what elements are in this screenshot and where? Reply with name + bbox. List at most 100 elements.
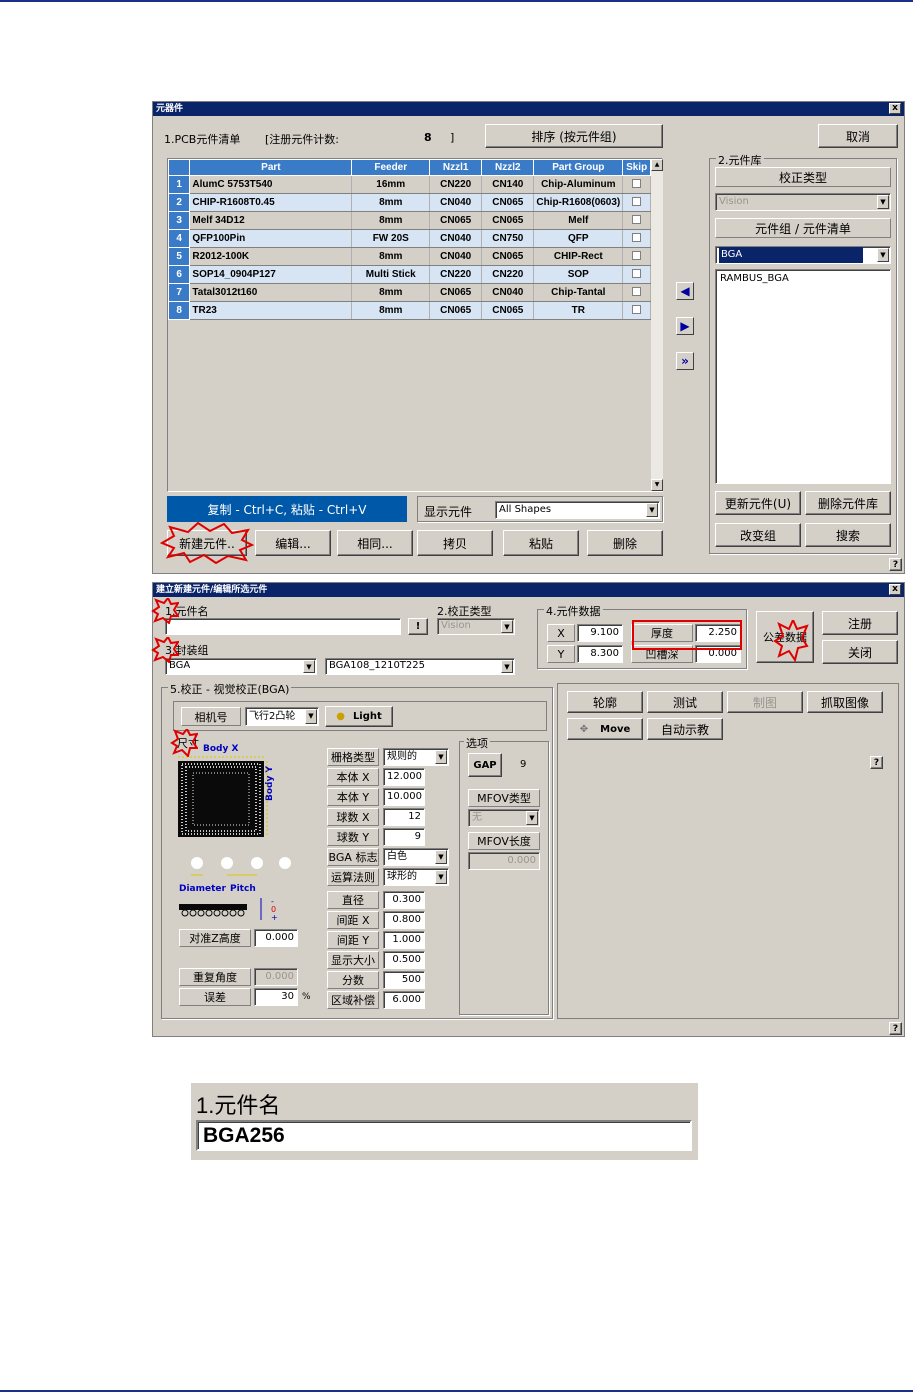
param-select[interactable]: 规则的 ▼ [383, 748, 449, 766]
change-group-button[interactable]: 改变组 [715, 523, 801, 547]
skip-checkbox[interactable] [632, 178, 642, 188]
copy-button[interactable]: 拷贝 [417, 530, 493, 556]
param-label: 区域补偿 [327, 991, 379, 1009]
arrow-left-icon[interactable]: ◀ [676, 282, 694, 300]
table-row[interactable]: 8 TR23 8mm CN065 CN065 TR [167, 301, 651, 320]
group-select[interactable]: BGA ▼ [715, 246, 891, 264]
help-button[interactable]: ? [889, 1022, 902, 1035]
dropdown-arrow-icon[interactable]: ▼ [877, 195, 889, 209]
calib-type-select[interactable]: Vision ▼ [437, 618, 515, 635]
edit-button[interactable]: 编辑... [255, 530, 331, 556]
param-select[interactable]: 白色 ▼ [383, 848, 449, 866]
gap-button[interactable]: GAP [468, 753, 502, 777]
dropdown-arrow-icon[interactable]: ▼ [526, 811, 538, 825]
param-input[interactable]: 0.800 [383, 911, 425, 929]
skip-checkbox[interactable] [632, 268, 642, 278]
skip-checkbox[interactable] [632, 286, 642, 296]
package-group-select[interactable]: BGA ▼ [165, 658, 317, 675]
param-select[interactable]: 球形的 ▼ [383, 868, 449, 886]
light-button[interactable]: ● Light [325, 706, 393, 727]
dropdown-arrow-icon[interactable]: ▼ [435, 850, 447, 864]
table-row[interactable]: 5 R2012-100K 8mm CN040 CN065 CHIP-Rect [167, 247, 651, 266]
header-skip[interactable]: Skip [622, 159, 651, 176]
table-row[interactable]: 4 QFP100Pin FW 20S CN040 CN750 QFP [167, 229, 651, 248]
close-icon[interactable]: x [889, 103, 901, 114]
x-input[interactable]: 9.100 [577, 624, 623, 642]
dropdown-arrow-icon[interactable]: ▼ [501, 660, 513, 673]
draw-button[interactable]: 制图 [727, 691, 803, 713]
error-input[interactable]: 30 [254, 988, 298, 1006]
arrow-right-icon[interactable]: ▶ [676, 317, 694, 335]
auto-teach-button[interactable]: 自动示教 [647, 718, 723, 740]
grab-image-button[interactable]: 抓取图像 [807, 691, 883, 713]
name-action-button[interactable]: ! [408, 618, 428, 635]
dropdown-arrow-icon[interactable]: ▼ [877, 248, 889, 262]
sort-button[interactable]: 排序 (按元件组) [485, 124, 663, 148]
close-button[interactable]: 关闭 [822, 640, 898, 664]
delete-library-button[interactable]: 删除元件库 [805, 491, 891, 515]
dropdown-arrow-icon[interactable]: ▼ [303, 660, 315, 673]
dropdown-arrow-icon[interactable]: ▼ [646, 503, 658, 517]
paste-button[interactable]: 粘贴 [503, 530, 579, 556]
dropdown-arrow-icon[interactable]: ▼ [501, 620, 513, 633]
move-button[interactable]: ✥ Move [567, 718, 643, 740]
package-part-select[interactable]: BGA108_1210T225 ▼ [325, 658, 515, 675]
header-part-group[interactable]: Part Group [533, 159, 624, 176]
dropdown-arrow-icon[interactable]: ▼ [305, 709, 317, 724]
param-input[interactable]: 9 [383, 828, 425, 846]
camera-select[interactable]: 飞行2凸轮 ▼ [245, 707, 319, 726]
close-icon[interactable]: x [889, 584, 901, 595]
skip-checkbox[interactable] [632, 304, 642, 314]
table-row[interactable]: 6 SOP14_0904P127 Multi Stick CN220 CN220 SOP [167, 265, 651, 284]
dropdown-arrow-icon[interactable]: ▼ [435, 870, 447, 884]
scroll-down-icon[interactable]: ▼ [651, 479, 663, 491]
skip-checkbox[interactable] [632, 250, 642, 260]
update-part-button[interactable]: 更新元件(U) [715, 491, 801, 515]
table-row[interactable]: 1 AlumC 5753T540 16mm CN220 CN140 Chip-Alumin… [167, 175, 651, 194]
delete-button[interactable]: 删除 [587, 530, 663, 556]
param-input[interactable]: 0.500 [383, 951, 425, 969]
show-components-select[interactable]: All Shapes ▼ [495, 501, 660, 519]
zoom-part-name-input[interactable]: BGA256 [196, 1120, 692, 1151]
mfov-type-select[interactable]: 无 ▼ [468, 809, 540, 827]
param-input[interactable]: 6.000 [383, 991, 425, 1009]
library-title: 2.元件库 [716, 152, 764, 168]
param-input[interactable]: 12 [383, 808, 425, 826]
table-scrollbar[interactable]: ▲ ▼ [651, 159, 663, 491]
help-button[interactable]: ? [870, 756, 883, 769]
param-input[interactable]: 12.000 [383, 768, 425, 786]
repeat-angle-input[interactable]: 0.000 [254, 968, 298, 986]
skip-checkbox[interactable] [632, 214, 642, 224]
table-row[interactable]: 7 Tatal3012t160 8mm CN065 CN040 Chip-Tantal [167, 283, 651, 302]
library-list[interactable]: RAMBUS_BGA [715, 269, 891, 484]
part-name-input[interactable] [165, 618, 401, 635]
header-nzzl2[interactable]: Nzzl2 [481, 159, 535, 176]
mfov-length-input[interactable]: 0.000 [468, 852, 540, 870]
table-row[interactable]: 2 CHIP-R1608T0.45 8mm CN040 CN065 Chip-R1608(… [167, 193, 651, 212]
feeder-cell: 8mm [351, 193, 431, 212]
list-item[interactable]: RAMBUS_BGA [720, 272, 886, 286]
header-feeder[interactable]: Feeder [351, 159, 431, 176]
test-button[interactable]: 测试 [647, 691, 723, 713]
header-part[interactable]: Part [189, 159, 353, 176]
param-input[interactable]: 10.000 [383, 788, 425, 806]
scroll-up-icon[interactable]: ▲ [651, 159, 663, 171]
y-input[interactable]: 8.300 [577, 645, 623, 663]
calibration-type-select[interactable]: Vision ▼ [715, 193, 891, 211]
search-button[interactable]: 搜索 [805, 523, 891, 547]
table-row[interactable]: 3 Melf 34D12 8mm CN065 CN065 Melf [167, 211, 651, 230]
register-button[interactable]: 注册 [822, 611, 898, 635]
skip-checkbox[interactable] [632, 232, 642, 242]
same-button[interactable]: 相同... [337, 530, 413, 556]
outline-button[interactable]: 轮廓 [567, 691, 643, 713]
z-height-input[interactable]: 0.000 [254, 929, 298, 947]
param-input[interactable]: 500 [383, 971, 425, 989]
help-button[interactable]: ? [889, 558, 902, 571]
param-input[interactable]: 1.000 [383, 931, 425, 949]
arrow-double-right-icon[interactable]: » [676, 352, 694, 370]
param-input[interactable]: 0.300 [383, 891, 425, 909]
skip-checkbox[interactable] [632, 196, 642, 206]
dropdown-arrow-icon[interactable]: ▼ [435, 750, 447, 764]
header-nzzl1[interactable]: Nzzl1 [429, 159, 483, 176]
cancel-button[interactable]: 取消 [818, 124, 898, 148]
